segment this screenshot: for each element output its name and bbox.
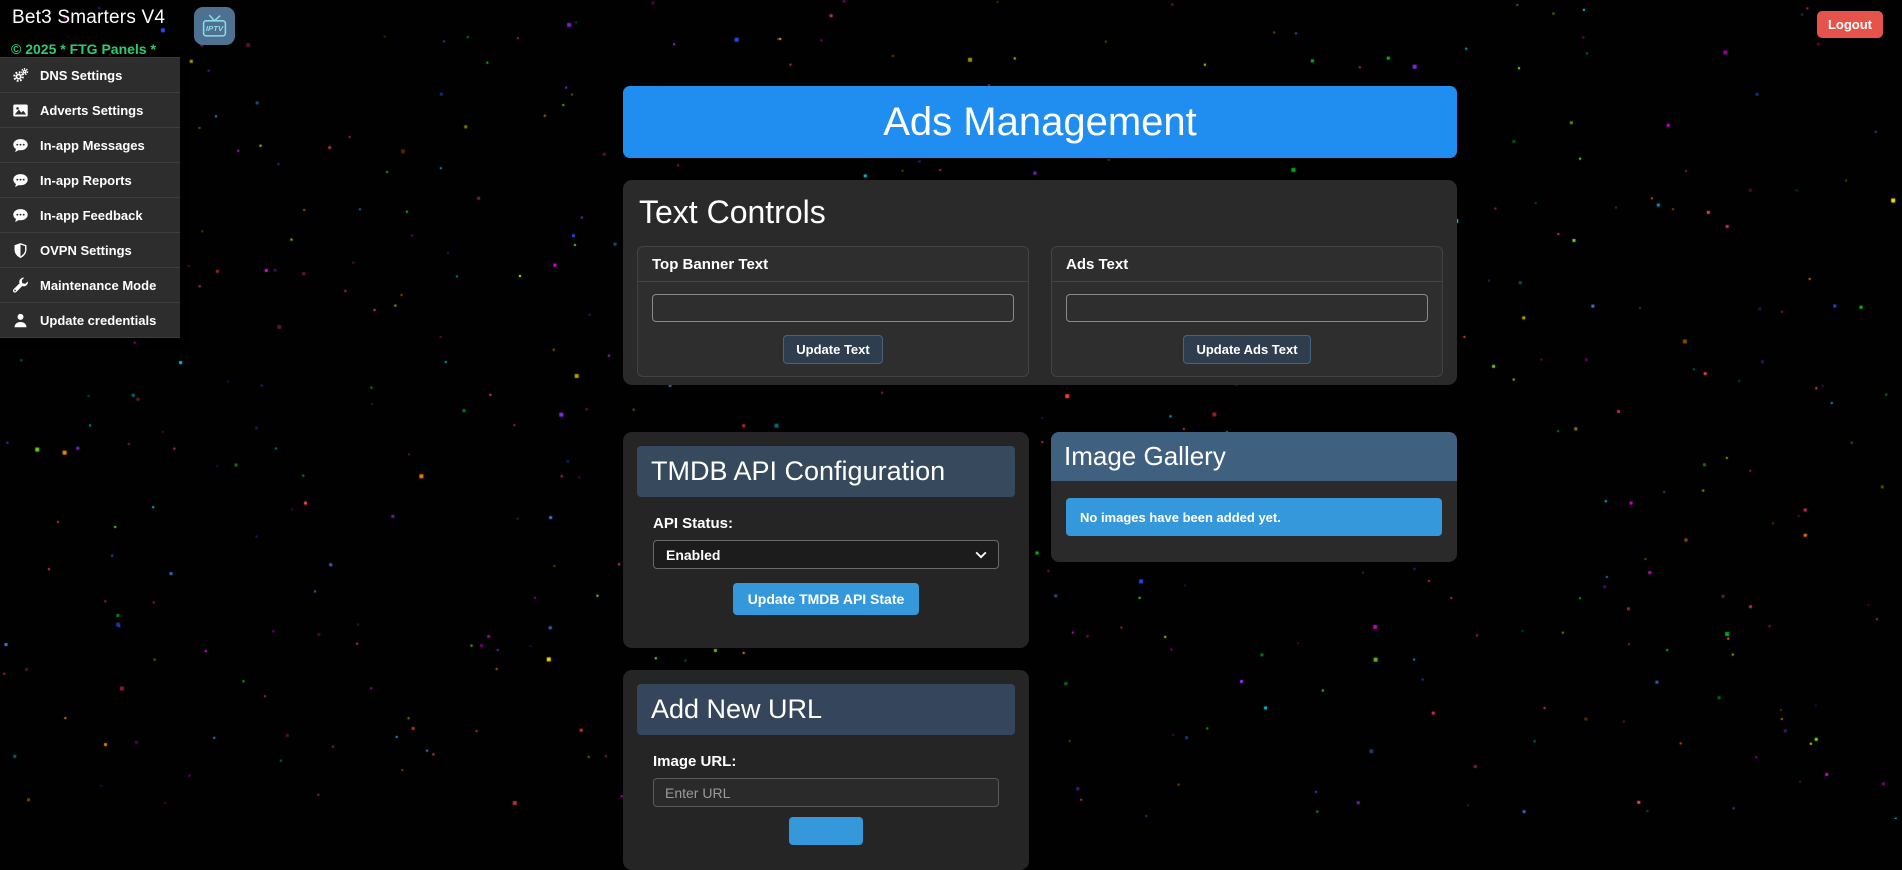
sidebar-item-inapp-reports[interactable]: In-app Reports [0,163,180,198]
sidebar-item-label: DNS Settings [40,68,122,83]
iptv-tv-icon: IPTV [201,13,228,40]
comment-icon [12,207,29,224]
image-url-label: Image URL: [653,753,999,770]
api-status-select[interactable]: Enabled [653,540,999,569]
top-banner-text-label: Top Banner Text [638,247,1028,282]
sidebar-item-label: Maintenance Mode [40,278,156,293]
copyright-text: © 2025 * FTG Panels * [11,41,156,57]
tmdb-api-heading: TMDB API Configuration [637,446,1015,497]
top-banner-text-input[interactable] [652,294,1014,322]
add-url-submit-button[interactable] [789,817,863,845]
comment-icon [12,172,29,189]
update-ads-text-button[interactable]: Update Ads Text [1183,335,1310,364]
add-new-url-heading: Add New URL [637,684,1015,735]
sidebar-item-adverts-settings[interactable]: Adverts Settings [0,93,180,128]
sidebar-item-ovpn-settings[interactable]: OVPN Settings [0,233,180,268]
tmdb-api-card: TMDB API Configuration API Status: Enabl… [623,432,1029,648]
api-status-label: API Status: [653,515,999,532]
sidebar-item-update-credentials[interactable]: Update credentials [0,303,180,338]
image-gallery-card: Image Gallery No images have been added … [1051,432,1457,562]
update-tmdb-api-button[interactable]: Update TMDB API State [733,583,920,615]
ads-text-label: Ads Text [1052,247,1442,282]
ads-text-input[interactable] [1066,294,1428,322]
sidebar-item-maintenance-mode[interactable]: Maintenance Mode [0,268,180,303]
sidebar-item-inapp-feedback[interactable]: In-app Feedback [0,198,180,233]
svg-text:IPTV: IPTV [206,24,224,33]
logout-button[interactable]: Logout [1817,11,1883,38]
sidebar-item-inapp-messages[interactable]: In-app Messages [0,128,180,163]
sidebar-item-label: In-app Feedback [40,208,143,223]
top-banner-text-card: Top Banner Text Update Text [637,246,1029,377]
gallery-empty-alert: No images have been added yet. [1066,498,1442,536]
iptv-app-button[interactable]: IPTV [194,7,235,45]
sidebar-item-dns-settings[interactable]: DNS Settings [0,58,180,93]
app-title: Bet3 Smarters V4 [12,7,165,29]
sidebar: DNS Settings Adverts Settings In-app Mes… [0,57,180,338]
wrench-icon [12,277,29,294]
image-icon [12,102,29,119]
sidebar-item-label: In-app Reports [40,173,132,188]
text-controls-heading: Text Controls [639,194,1443,231]
cogs-icon [12,67,29,84]
page-title: Ads Management [623,86,1457,158]
sidebar-item-label: OVPN Settings [40,243,132,258]
ads-text-card: Ads Text Update Ads Text [1051,246,1443,377]
image-url-input[interactable] [653,778,999,807]
image-gallery-heading: Image Gallery [1051,432,1457,481]
sidebar-item-label: In-app Messages [40,138,145,153]
user-icon [12,312,29,329]
sidebar-item-label: Update credentials [40,313,156,328]
text-controls-panel: Text Controls Top Banner Text Update Tex… [623,180,1457,385]
update-text-button[interactable]: Update Text [783,335,882,364]
sidebar-item-label: Adverts Settings [40,103,143,118]
shield-icon [12,242,29,259]
add-new-url-card: Add New URL Image URL: [623,670,1029,870]
comment-icon [12,137,29,154]
